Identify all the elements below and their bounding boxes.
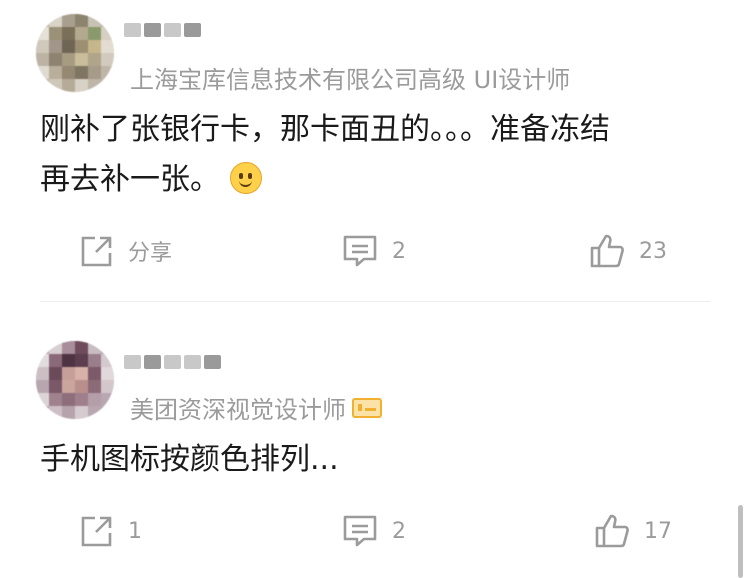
share-button[interactable]: 1 <box>80 511 142 551</box>
divider <box>40 301 710 302</box>
comment-button[interactable]: 2 <box>342 511 406 551</box>
avatar[interactable] <box>36 14 114 92</box>
author-name-redacted[interactable] <box>124 18 201 46</box>
smiling-face-emoji-icon <box>229 162 262 194</box>
share-button[interactable]: 分享 <box>80 231 172 271</box>
author-subtitle: 上海宝库信息技术有限公司高级 UI设计师 <box>130 66 571 94</box>
action-bar: 分享 2 23 <box>0 231 750 271</box>
share-count: 1 <box>128 518 142 544</box>
comment-icon <box>343 515 377 547</box>
comment-text: 手机图标按颜色排列... <box>40 442 339 477</box>
like-button[interactable]: 17 <box>594 511 672 551</box>
like-button[interactable]: 23 <box>589 231 667 271</box>
author-subtitle: 美团资深视觉设计师 <box>130 390 382 425</box>
comment-button[interactable]: 2 <box>342 231 406 271</box>
comment-text: 刚补了张银行卡，那卡面丑的。。。准备冻结 再去补一张。 <box>40 112 610 197</box>
share-icon <box>81 516 112 547</box>
thumbs-up-icon <box>590 234 624 268</box>
share-label: 分享 <box>128 241 173 266</box>
avatar[interactable] <box>36 341 114 419</box>
like-count: 17 <box>644 518 672 544</box>
comment-count: 2 <box>392 518 406 544</box>
share-icon <box>81 236 112 267</box>
comment-count: 2 <box>392 238 406 264</box>
action-bar: 1 2 17 <box>0 511 750 551</box>
scrollbar[interactable] <box>738 505 743 578</box>
verified-badge-icon <box>352 397 382 418</box>
like-count: 23 <box>639 238 667 264</box>
author-name-redacted[interactable] <box>124 350 221 378</box>
comment-icon <box>343 235 377 267</box>
thumbs-up-icon <box>595 514 629 548</box>
